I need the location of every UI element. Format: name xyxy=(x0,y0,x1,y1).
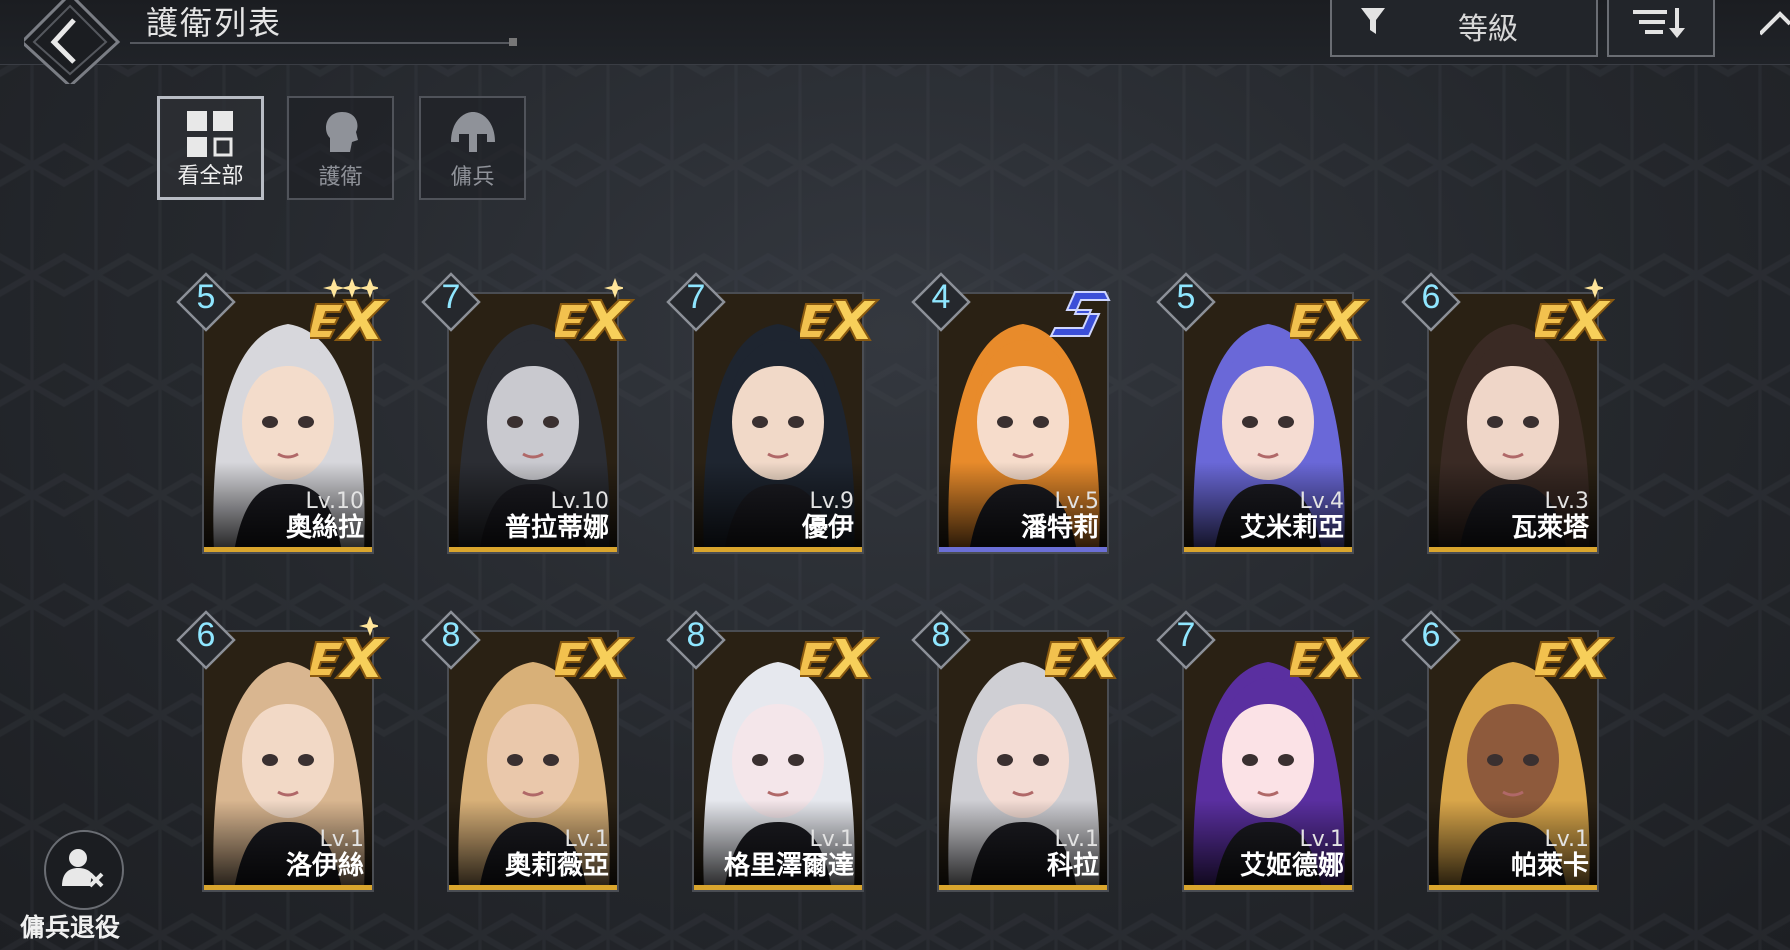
character-name: 潘特莉 xyxy=(1020,513,1099,543)
character-card[interactable]: Lv.1 奧莉薇亞 8 xyxy=(421,610,635,892)
character-card[interactable]: Lv.10 普拉蒂娜 7 xyxy=(421,272,635,554)
character-card[interactable]: Lv.4 艾米莉亞 5 xyxy=(1156,272,1370,554)
rank-stars-icon xyxy=(604,278,623,298)
sort-order-icon xyxy=(1633,8,1685,38)
character-card[interactable]: Lv.1 格里澤爾達 8 xyxy=(666,610,880,892)
star-level: 8 xyxy=(686,616,706,654)
star-level: 6 xyxy=(196,616,216,654)
rarity-bar xyxy=(449,547,617,552)
rank-stars-icon xyxy=(359,616,378,636)
character-card[interactable]: Lv.5 潘特莉 4 xyxy=(911,272,1111,554)
star-level: 7 xyxy=(441,278,461,316)
rank-ex-badge xyxy=(800,637,880,679)
character-card[interactable]: Lv.1 洛伊絲 6 xyxy=(176,610,390,892)
tab-guardian-label: 護衛 xyxy=(318,165,363,190)
character-name: 奧絲拉 xyxy=(285,513,364,543)
rank-ex-badge xyxy=(1045,637,1125,679)
rarity-bar xyxy=(1429,547,1597,552)
character-name: 優伊 xyxy=(801,513,854,543)
rank-s-badge xyxy=(1049,291,1111,337)
rarity-bar xyxy=(694,885,862,890)
star-level: 6 xyxy=(1421,616,1441,654)
rank-ex-badge xyxy=(1535,637,1615,679)
tab-mercenary[interactable]: 傭兵 xyxy=(419,96,526,200)
tab-guardian[interactable]: 護衛 xyxy=(287,96,394,200)
star-level: 7 xyxy=(1176,616,1196,654)
rank-stars-icon xyxy=(323,278,378,298)
rarity-bar xyxy=(1429,885,1597,890)
star-level: 8 xyxy=(441,616,461,654)
star-level: 8 xyxy=(931,616,951,654)
rank-ex-badge xyxy=(555,637,635,679)
character-name: 科拉 xyxy=(1046,851,1099,881)
retire-mercenary-label: 傭兵退役 xyxy=(20,913,121,942)
rarity-bar xyxy=(449,885,617,890)
character-name: 洛伊絲 xyxy=(285,851,364,881)
remove-user-icon xyxy=(62,849,104,888)
rarity-bar xyxy=(939,547,1107,552)
grid-icon xyxy=(186,111,233,157)
character-card[interactable]: Lv.9 優伊 7 xyxy=(666,272,880,554)
star-level: 5 xyxy=(196,278,216,316)
retire-mercenary-button[interactable] xyxy=(44,830,124,910)
helmet-icon xyxy=(450,112,495,152)
character-card[interactable]: Lv.1 帕萊卡 6 xyxy=(1401,610,1615,892)
filter-icon xyxy=(1361,8,1385,34)
back-arrow-icon xyxy=(19,0,121,89)
head-icon xyxy=(325,112,358,152)
character-card[interactable]: Lv.1 科拉 8 xyxy=(911,610,1125,892)
top-bar: 護衛列表 等級 xyxy=(0,0,1790,89)
page-title: 護衛列表 xyxy=(146,4,283,42)
star-level: 6 xyxy=(1421,278,1441,316)
character-name: 艾米莉亞 xyxy=(1239,513,1344,543)
star-level: 5 xyxy=(1176,278,1196,316)
title-underline xyxy=(130,38,517,46)
rank-ex-badge xyxy=(800,299,880,341)
tab-view-all-label: 看全部 xyxy=(177,164,244,189)
rarity-bar xyxy=(204,885,372,890)
sort-by-label: 等級 xyxy=(1458,12,1518,47)
rank-ex-badge xyxy=(1290,299,1370,341)
character-card[interactable]: Lv.3 瓦萊塔 6 xyxy=(1401,272,1615,554)
sort-by-button[interactable]: 等級 xyxy=(1330,0,1598,57)
character-name: 帕萊卡 xyxy=(1510,851,1589,881)
star-level: 7 xyxy=(686,278,706,316)
character-card[interactable]: Lv.10 奧絲拉 5 xyxy=(176,272,390,554)
rarity-bar xyxy=(204,547,372,552)
character-card[interactable]: Lv.1 艾姬德娜 7 xyxy=(1156,610,1370,892)
character-name: 瓦萊塔 xyxy=(1510,513,1589,543)
character-name: 普拉蒂娜 xyxy=(504,513,609,543)
rank-ex-badge xyxy=(1290,637,1370,679)
character-name: 格里澤爾達 xyxy=(723,851,854,881)
rarity-bar xyxy=(694,547,862,552)
sort-order-button[interactable] xyxy=(1607,0,1715,57)
rarity-bar xyxy=(1184,547,1352,552)
character-name: 艾姬德娜 xyxy=(1239,851,1344,881)
rarity-bar xyxy=(939,885,1107,890)
home-icon[interactable] xyxy=(1760,4,1790,44)
rarity-bar xyxy=(1184,885,1352,890)
character-name: 奧莉薇亞 xyxy=(504,851,609,881)
star-level: 4 xyxy=(931,278,951,316)
rank-stars-icon xyxy=(1584,278,1603,298)
back-button[interactable] xyxy=(19,0,122,89)
tab-view-all[interactable]: 看全部 xyxy=(157,96,264,200)
tab-mercenary-label: 傭兵 xyxy=(450,165,495,190)
